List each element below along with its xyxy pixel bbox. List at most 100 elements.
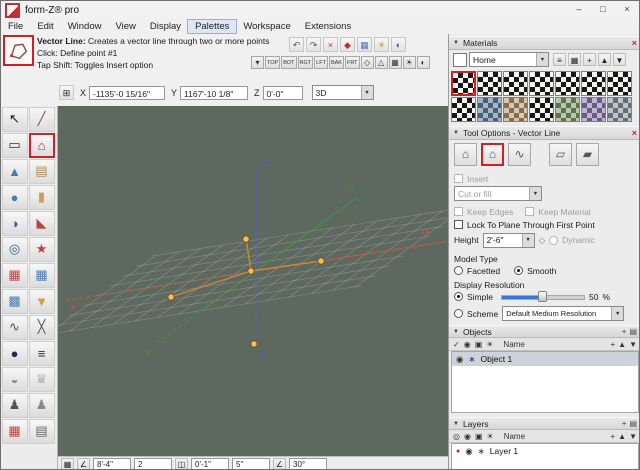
render-icon[interactable]: ◐ bbox=[391, 37, 406, 52]
menu-display[interactable]: Display bbox=[143, 20, 188, 33]
origin-icon[interactable]: ⊞ bbox=[59, 85, 74, 100]
active-tool-box[interactable] bbox=[3, 35, 34, 66]
snap-radius-input[interactable]: 5" bbox=[232, 458, 270, 470]
viewport[interactable]: +X-X+Y-Y+Z-Z bbox=[58, 106, 448, 456]
grid-snap-icon[interactable]: ▦ bbox=[61, 458, 74, 470]
spark-tool[interactable]: ★ bbox=[29, 237, 55, 262]
view-lft-button[interactable]: LFT bbox=[314, 56, 328, 69]
move-up-icon[interactable]: ▲ bbox=[618, 340, 626, 349]
scroll-up-icon[interactable]: ▲ bbox=[598, 53, 611, 66]
vertex-point[interactable] bbox=[251, 341, 257, 347]
perspective-view-icon[interactable]: △ bbox=[375, 56, 388, 69]
standard-mode-icon[interactable]: ⌂ bbox=[454, 143, 477, 166]
angle-snap-input[interactable]: 30° bbox=[289, 458, 327, 470]
move-down-icon[interactable]: ▼ bbox=[629, 340, 637, 349]
disclosure-icon[interactable]: ▼ bbox=[453, 421, 459, 427]
dynamic-radio[interactable] bbox=[549, 236, 558, 245]
facetted-radio[interactable] bbox=[454, 266, 463, 275]
vector-line-tool[interactable]: ⌂ bbox=[29, 133, 55, 158]
height-select[interactable]: 2'-6" ▼ bbox=[483, 233, 535, 248]
shaded-view-icon[interactable]: ◐ bbox=[417, 56, 430, 69]
thumbnail-view-icon[interactable]: ▦ bbox=[568, 53, 581, 66]
disclosure-icon[interactable]: ▼ bbox=[453, 329, 459, 335]
material-swatch[interactable] bbox=[607, 71, 632, 96]
pick-tool[interactable]: ↖ bbox=[2, 107, 28, 132]
terrain-tool[interactable]: ▩ bbox=[2, 289, 28, 314]
red-mesh-tool[interactable]: ▦ bbox=[2, 263, 28, 288]
materials-header[interactable]: ▼ Materials × bbox=[449, 36, 640, 50]
projection-select[interactable]: 3D ▼ bbox=[312, 85, 374, 100]
material-swatch[interactable] bbox=[529, 97, 554, 122]
material-swatch[interactable] bbox=[477, 97, 502, 122]
menu-edit[interactable]: Edit bbox=[30, 20, 60, 33]
menu-window[interactable]: Window bbox=[61, 20, 109, 33]
scheme-radio[interactable] bbox=[454, 309, 463, 318]
sphere-primitive-tool[interactable]: ● bbox=[2, 185, 28, 210]
view-top-button[interactable]: TOP bbox=[265, 56, 280, 69]
material-swatch[interactable] bbox=[581, 71, 606, 96]
vector-line-mode-icon[interactable]: ⌂ bbox=[481, 143, 504, 166]
color-well[interactable] bbox=[453, 53, 467, 67]
graph-toggle-icon[interactable]: ◇ bbox=[539, 235, 546, 246]
x-input[interactable]: -1135'-0 15/16" bbox=[89, 86, 165, 100]
grid-subdivisions-input[interactable]: 2 bbox=[134, 458, 172, 470]
knife-tool[interactable]: ╳ bbox=[29, 315, 55, 340]
angle-icon[interactable]: ∠ bbox=[273, 458, 286, 470]
material-swatch[interactable] bbox=[555, 71, 580, 96]
grid-toggle-icon[interactable]: ▦ bbox=[389, 56, 402, 69]
lock-plane-checkbox[interactable] bbox=[454, 220, 463, 229]
z-input[interactable]: 0'-0" bbox=[263, 86, 303, 100]
triangle-guide-tool[interactable]: ◣ bbox=[29, 211, 55, 236]
resolution-slider[interactable] bbox=[501, 291, 585, 302]
material-swatch[interactable] bbox=[555, 97, 580, 122]
view-bot-button[interactable]: BOT bbox=[281, 56, 296, 69]
tool-options-header[interactable]: ▼ Tool Options - Vector Line × bbox=[449, 126, 640, 140]
material-swatch[interactable] bbox=[451, 97, 476, 122]
redo-icon[interactable]: ↷ bbox=[306, 37, 321, 52]
disclosure-icon[interactable]: ▼ bbox=[453, 40, 459, 46]
menu-workspace[interactable]: Workspace bbox=[236, 20, 297, 33]
snap-distance-input[interactable]: 0'-1" bbox=[191, 458, 229, 470]
vertex-point[interactable] bbox=[318, 258, 324, 264]
menu-file[interactable]: File bbox=[1, 20, 30, 33]
material-swatch[interactable] bbox=[451, 71, 476, 96]
materials-close-icon[interactable]: × bbox=[632, 39, 637, 48]
lock-column-icon[interactable]: ▣ bbox=[475, 432, 483, 441]
keep-material-checkbox[interactable] bbox=[525, 207, 534, 216]
material-library-select[interactable]: Home ▼ bbox=[469, 52, 549, 67]
scroll-down-icon[interactable]: ▼ bbox=[613, 53, 626, 66]
add-material-icon[interactable]: + bbox=[583, 53, 596, 66]
add-object-icon[interactable]: + bbox=[622, 327, 627, 336]
surface-object-icon[interactable]: ▱ bbox=[549, 143, 572, 166]
people-tool[interactable]: ♟ bbox=[2, 393, 28, 418]
panel-grid-tool[interactable]: ▤ bbox=[29, 419, 55, 444]
objects-row[interactable]: ◉∗Object 1 bbox=[452, 352, 638, 366]
snowflake-icon[interactable]: ∗ bbox=[468, 354, 475, 365]
vertex-point[interactable] bbox=[248, 268, 254, 274]
blue-mesh-tool[interactable]: ▦ bbox=[29, 263, 55, 288]
list-view-icon[interactable]: ≡ bbox=[553, 53, 566, 66]
axonometric-view-icon[interactable]: ◇ bbox=[361, 56, 374, 69]
check-column-icon[interactable]: ✓ bbox=[453, 340, 460, 349]
view-presets-icon[interactable]: ▾ bbox=[251, 56, 264, 69]
material-swatch[interactable] bbox=[529, 71, 554, 96]
snowflake-icon[interactable]: ∗ bbox=[478, 446, 485, 457]
view-frt-button[interactable]: FRT bbox=[345, 56, 360, 69]
red-grid-tool[interactable]: ▦ bbox=[2, 419, 28, 444]
direction-snap-icon[interactable]: ∠ bbox=[77, 458, 90, 470]
layers-stack-tool[interactable]: ≡ bbox=[29, 341, 55, 366]
view-bak-button[interactable]: BAK bbox=[329, 56, 344, 69]
material-swatch[interactable] bbox=[477, 71, 502, 96]
view-rgt-button[interactable]: RGT bbox=[298, 56, 314, 69]
spline-mode-icon[interactable]: ∿ bbox=[508, 143, 531, 166]
simple-radio[interactable] bbox=[454, 292, 463, 301]
sun-icon[interactable]: ☀ bbox=[374, 37, 389, 52]
active-layer-column-icon[interactable]: ◎ bbox=[453, 432, 460, 441]
render-column-icon[interactable]: ☀ bbox=[487, 432, 494, 441]
close-button[interactable]: × bbox=[615, 1, 639, 19]
minimize-button[interactable]: – bbox=[567, 1, 591, 19]
group-people-tool[interactable]: ♟ bbox=[29, 393, 55, 418]
pick-color-icon[interactable]: ◆ bbox=[340, 37, 355, 52]
move-up-icon[interactable]: ▲ bbox=[618, 432, 626, 441]
object-list-options-icon[interactable]: ▤ bbox=[629, 327, 637, 336]
